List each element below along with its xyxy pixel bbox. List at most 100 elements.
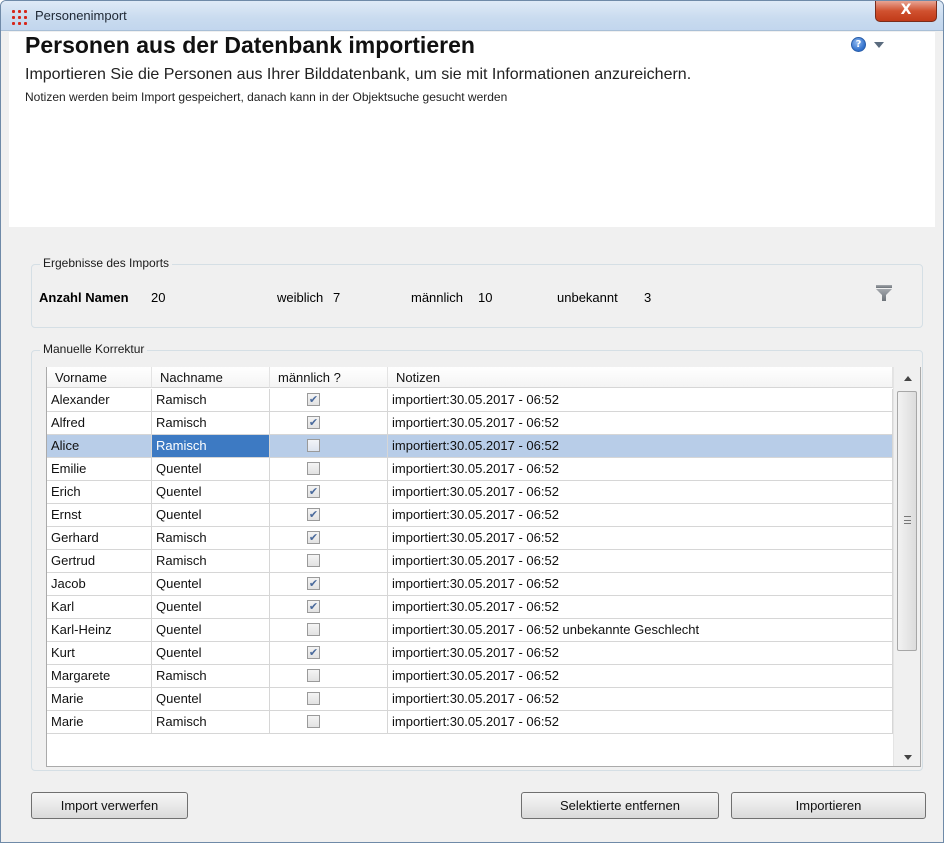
cell-firstname[interactable]: Gertrud [47,550,152,572]
table-row[interactable]: Gertrud Ramisch importiert:30.05.2017 - 06… [47,550,893,573]
cell-lastname[interactable]: Quentel [152,458,270,480]
cell-firstname[interactable]: Alexander [47,389,152,411]
cell-firstname[interactable]: Ernst [47,504,152,526]
cell-lastname[interactable]: Ramisch [152,412,270,434]
cell-notes[interactable]: importiert:30.05.2017 - 06:52 [388,665,893,687]
cell-firstname[interactable]: Kurt [47,642,152,664]
cell-lastname[interactable]: Quentel [152,481,270,503]
cell-lastname[interactable]: Quentel [152,573,270,595]
column-header-male[interactable]: männlich ? [270,367,388,388]
checkbox-unchecked[interactable] [307,669,320,682]
scrollbar-thumb[interactable] [897,391,917,651]
cell-firstname[interactable]: Karl [47,596,152,618]
female-value: 7 [333,290,341,305]
cell-firstname[interactable]: Alfred [47,412,152,434]
cell-lastname[interactable]: Quentel [152,619,270,641]
cell-firstname[interactable]: Karl-Heinz [47,619,152,641]
table-row[interactable]: Marie Ramisch importiert:30.05.2017 - 06:5… [47,711,893,734]
help-menu-button[interactable]: ? [851,37,895,53]
cell-lastname[interactable]: Ramisch [152,550,270,572]
checkbox-unchecked[interactable] [307,623,320,636]
manual-correction-group: Manuelle Korrektur Vorname Nachname männ… [31,342,923,771]
table-row[interactable]: Gerhard Ramisch ✔ importiert:30.05.2017 - 0… [47,527,893,550]
import-button[interactable]: Importieren [731,792,926,819]
cell-lastname[interactable]: Quentel [152,504,270,526]
cell-lastname[interactable]: Ramisch [152,389,270,411]
table-row[interactable]: Ernst Quentel ✔ importiert:30.05.2017 - 06:… [47,504,893,527]
checkbox-unchecked[interactable] [307,692,320,705]
table-row[interactable]: Marie Quentel importiert:30.05.2017 - 06:5… [47,688,893,711]
cell-male [270,711,388,733]
checkbox-checked[interactable]: ✔ [307,508,320,521]
cell-lastname[interactable]: Ramisch [152,665,270,687]
table-row[interactable]: Karl Quentel ✔ importiert:30.05.2017 - 06:5… [47,596,893,619]
persons-grid[interactable]: Vorname Nachname männlich ? Notizen Alex… [46,367,921,767]
remove-selected-button[interactable]: Selektierte entfernen [521,792,719,819]
cell-firstname[interactable]: Marie [47,688,152,710]
cell-notes[interactable]: importiert:30.05.2017 - 06:52 [388,573,893,595]
checkbox-checked[interactable]: ✔ [307,531,320,544]
column-header-notes[interactable]: Notizen [388,367,893,388]
cell-notes[interactable]: importiert:30.05.2017 - 06:52 [388,481,893,503]
cell-lastname[interactable]: Ramisch [152,435,270,457]
checkbox-unchecked[interactable] [307,439,320,452]
cell-notes[interactable]: importiert:30.05.2017 - 06:52 [388,435,893,457]
table-row[interactable]: Emilie Quentel importiert:30.05.2017 - 06:… [47,458,893,481]
discard-import-button[interactable]: Import verwerfen [31,792,188,819]
cell-lastname[interactable]: Ramisch [152,711,270,733]
title-bar[interactable]: Personenimport X [1,1,943,31]
checkbox-unchecked[interactable] [307,462,320,475]
import-results-group: Ergebnisse des Imports Anzahl Namen 20 w… [31,256,923,328]
cell-lastname[interactable]: Ramisch [152,527,270,549]
cell-firstname[interactable]: Jacob [47,573,152,595]
column-header-lastname[interactable]: Nachname [152,367,270,388]
vertical-scrollbar[interactable] [893,367,920,766]
checkbox-unchecked[interactable] [307,554,320,567]
cell-lastname[interactable]: Quentel [152,688,270,710]
scroll-down-icon[interactable] [904,755,912,760]
table-row[interactable]: Erich Quentel ✔ importiert:30.05.2017 - 06:… [47,481,893,504]
cell-firstname[interactable]: Gerhard [47,527,152,549]
cell-male [270,458,388,480]
close-button[interactable]: X [875,1,937,22]
table-row[interactable]: Karl-Heinz Quentel importiert:30.05.2017 -… [47,619,893,642]
cell-notes[interactable]: importiert:30.05.2017 - 06:52 [388,504,893,526]
cell-firstname[interactable]: Erich [47,481,152,503]
cell-notes[interactable]: importiert:30.05.2017 - 06:52 [388,458,893,480]
cell-notes[interactable]: importiert:30.05.2017 - 06:52 [388,389,893,411]
checkbox-checked[interactable]: ✔ [307,600,320,613]
table-row[interactable]: Alice Ramisch importiert:30.05.2017 - 06:5… [47,435,893,458]
checkbox-checked[interactable]: ✔ [307,646,320,659]
cell-firstname[interactable]: Emilie [47,458,152,480]
checkbox-unchecked[interactable] [307,715,320,728]
cell-firstname[interactable]: Margarete [47,665,152,687]
cell-lastname[interactable]: Quentel [152,596,270,618]
cell-notes[interactable]: importiert:30.05.2017 - 06:52 [388,412,893,434]
cell-notes[interactable]: importiert:30.05.2017 - 06:52 [388,688,893,710]
unknown-value: 3 [644,290,652,305]
scroll-up-icon[interactable] [904,376,912,381]
table-row[interactable]: Alfred Ramisch ✔ importiert:30.05.2017 - 06… [47,412,893,435]
cell-notes[interactable]: importiert:30.05.2017 - 06:52 [388,642,893,664]
cell-firstname[interactable]: Alice [47,435,152,457]
cell-notes[interactable]: importiert:30.05.2017 - 06:52 [388,550,893,572]
column-header-firstname[interactable]: Vorname [47,367,152,388]
cell-male [270,688,388,710]
checkbox-checked[interactable]: ✔ [307,577,320,590]
checkbox-checked[interactable]: ✔ [307,393,320,406]
table-row[interactable]: Jacob Quentel ✔ importiert:30.05.2017 - 06:… [47,573,893,596]
cell-lastname[interactable]: Quentel [152,642,270,664]
table-row[interactable]: Margarete Ramisch importiert:30.05.2017 - … [47,665,893,688]
checkbox-checked[interactable]: ✔ [307,485,320,498]
help-icon: ? [851,37,866,52]
cell-notes[interactable]: importiert:30.05.2017 - 06:52 [388,596,893,618]
filter-icon[interactable] [875,284,893,302]
cell-notes[interactable]: importiert:30.05.2017 - 06:52 [388,711,893,733]
cell-notes[interactable]: importiert:30.05.2017 - 06:52 unbekannte… [388,619,893,641]
table-row[interactable]: Kurt Quentel ✔ importiert:30.05.2017 - 06:5… [47,642,893,665]
cell-firstname[interactable]: Marie [47,711,152,733]
table-row[interactable]: Alexander Ramisch ✔ importiert:30.05.2017 -… [47,389,893,412]
checkbox-checked[interactable]: ✔ [307,416,320,429]
cell-notes[interactable]: importiert:30.05.2017 - 06:52 [388,527,893,549]
page-note: Notizen werden beim Import gespeichert, … [25,90,508,104]
